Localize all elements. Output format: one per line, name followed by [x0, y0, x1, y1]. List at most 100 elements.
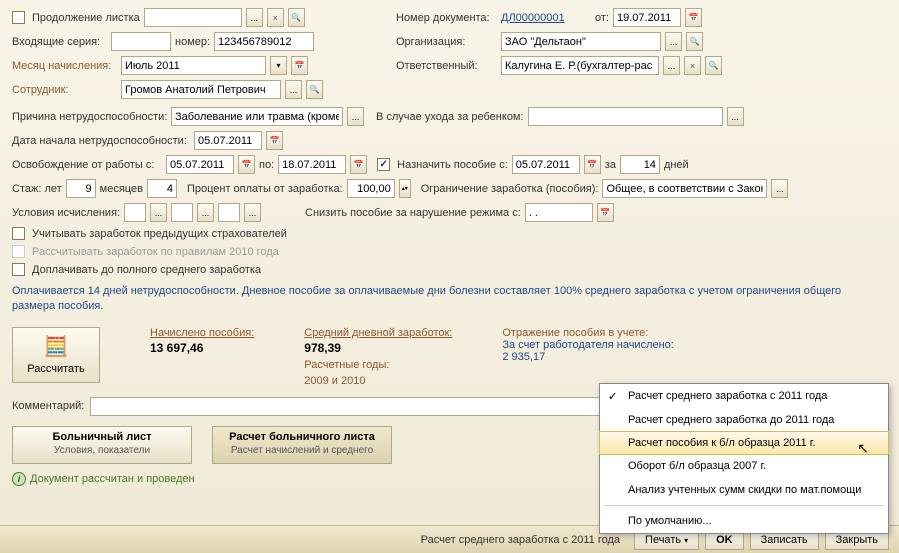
comment-label: Комментарий:	[12, 400, 84, 412]
cond-1-dots[interactable]	[150, 203, 167, 222]
reason-label: Причина нетрудоспособности:	[12, 111, 167, 123]
tab1-title: Больничный лист	[17, 431, 187, 443]
menu-separator	[604, 505, 884, 506]
rules-2010-label: Рассчитывать заработок по правилам 2010 …	[32, 246, 279, 258]
months-label: месяцев	[100, 183, 143, 195]
month-cal[interactable]	[291, 56, 308, 75]
menu-item-turnover-2007[interactable]: Оборот б/л образца 2007 г.	[600, 454, 888, 478]
cond-3[interactable]	[218, 203, 240, 222]
percent-input[interactable]	[347, 179, 395, 198]
continuation-search[interactable]	[288, 8, 305, 27]
continuation-clear[interactable]	[267, 8, 284, 27]
tab-calculation[interactable]: Расчет больничного листа Расчет начислен…	[212, 426, 392, 464]
employee-input[interactable]	[121, 80, 281, 99]
release-to-cal[interactable]	[350, 155, 367, 174]
accrued-value: 13 697,46	[150, 341, 254, 355]
doc-date-input[interactable]	[613, 8, 681, 27]
start-date-cal[interactable]	[266, 131, 283, 150]
org-search[interactable]	[686, 32, 703, 51]
avg-daily-value: 978,39	[304, 341, 452, 355]
employer-label: За счет работодателя начислено:	[502, 339, 673, 351]
full-average-checkbox[interactable]	[12, 263, 25, 276]
continuation-dots[interactable]	[246, 8, 263, 27]
org-label: Организация:	[396, 36, 497, 48]
menu-item-benefit-2011[interactable]: Расчет пособия к б/л образца 2011 г.	[599, 431, 889, 455]
month-input[interactable]	[121, 56, 266, 75]
calculate-button[interactable]: 🧮 Рассчитать	[12, 327, 100, 383]
child-care-label: В случае ухода за ребенком:	[376, 111, 524, 123]
employee-label: Сотрудник:	[12, 84, 117, 96]
child-care-dots[interactable]	[727, 107, 744, 126]
stage-label: Стаж: лет	[12, 183, 62, 195]
incoming-series-label: Входящие серия:	[12, 36, 107, 48]
release-from-cal[interactable]	[238, 155, 255, 174]
prev-insurers-label: Учитывать заработок предыдущих страховат…	[32, 228, 287, 240]
calc-years-label: Расчетные годы:	[304, 359, 452, 371]
continuation-checkbox[interactable]	[12, 11, 25, 24]
reason-input[interactable]	[171, 107, 343, 126]
employee-search[interactable]	[306, 80, 323, 99]
cond-2-dots[interactable]	[197, 203, 214, 222]
tab-sick-leave[interactable]: Больничный лист Условия, показатели	[12, 426, 192, 464]
days-input[interactable]	[620, 155, 660, 174]
continuation-input[interactable]	[144, 8, 242, 27]
assign-from-cal[interactable]	[584, 155, 601, 174]
days-label: дней	[664, 159, 689, 171]
print-menu: Расчет среднего заработка с 2011 года Ра…	[599, 383, 889, 534]
chevron-down-icon	[684, 534, 688, 546]
org-input[interactable]	[501, 32, 661, 51]
reduce-date-input[interactable]	[525, 203, 593, 222]
months-input[interactable]	[147, 179, 177, 198]
avg-daily-label[interactable]: Средний дневной заработок:	[304, 327, 452, 339]
release-label: Освобождение от работы с:	[12, 159, 162, 171]
info-text: Оплачивается 14 дней нетрудоспособности.…	[12, 284, 887, 315]
calc-btn-label: Рассчитать	[27, 363, 84, 375]
doc-num-label: Номер документа:	[396, 12, 497, 24]
assign-checkbox[interactable]	[377, 158, 390, 171]
num-label: номер:	[175, 36, 210, 48]
doc-num-value[interactable]: ДЛ00000001	[501, 12, 591, 24]
cond-2[interactable]	[171, 203, 193, 222]
doc-date-cal[interactable]	[685, 8, 702, 27]
years-input[interactable]	[66, 179, 96, 198]
reduce-cal[interactable]	[597, 203, 614, 222]
incoming-series-input[interactable]	[111, 32, 171, 51]
menu-item-analysis[interactable]: Анализ учтенных сумм скидки по мат.помощ…	[600, 478, 888, 502]
cond-1[interactable]	[124, 203, 146, 222]
employee-dots[interactable]	[285, 80, 302, 99]
responsible-input[interactable]	[501, 56, 659, 75]
release-to-input[interactable]	[278, 155, 346, 174]
percent-spin[interactable]	[399, 179, 411, 198]
menu-item-avg-from-2011[interactable]: Расчет среднего заработка с 2011 года	[600, 384, 888, 408]
month-label: Месяц начисления:	[12, 60, 117, 72]
responsible-dots[interactable]	[663, 56, 680, 75]
assign-from-input[interactable]	[512, 155, 580, 174]
limit-input[interactable]	[602, 179, 767, 198]
conditions-label: Условия исчисления:	[12, 207, 120, 219]
num-input[interactable]	[214, 32, 314, 51]
reason-dots[interactable]	[347, 107, 364, 126]
reflection-label: Отражение пособия в учете:	[502, 327, 673, 339]
responsible-clear[interactable]	[684, 56, 701, 75]
menu-item-avg-before-2011[interactable]: Расчет среднего заработка до 2011 года	[600, 408, 888, 432]
calc-years-value: 2009 и 2010	[304, 375, 452, 387]
cond-3-dots[interactable]	[244, 203, 261, 222]
release-from-input[interactable]	[166, 155, 234, 174]
accrued-label[interactable]: Начислено пособия:	[150, 327, 254, 339]
calculator-icon: 🧮	[44, 334, 69, 359]
employer-value: 2 935,17	[502, 351, 673, 363]
rules-2010-checkbox	[12, 245, 25, 258]
doc-from-label: от:	[595, 12, 609, 24]
menu-item-default[interactable]: По умолчанию...	[600, 509, 888, 533]
info-icon: i	[12, 472, 26, 486]
month-dd[interactable]	[270, 56, 287, 75]
limit-label: Ограничение заработка (пособия):	[421, 183, 599, 195]
assign-label: Назначить пособие с:	[397, 159, 508, 171]
child-care-input[interactable]	[528, 107, 723, 126]
responsible-search[interactable]	[705, 56, 722, 75]
org-dots[interactable]	[665, 32, 682, 51]
limit-dots[interactable]	[771, 179, 788, 198]
start-date-input[interactable]	[194, 131, 262, 150]
responsible-label: Ответственный:	[396, 60, 497, 72]
prev-insurers-checkbox[interactable]	[12, 227, 25, 240]
